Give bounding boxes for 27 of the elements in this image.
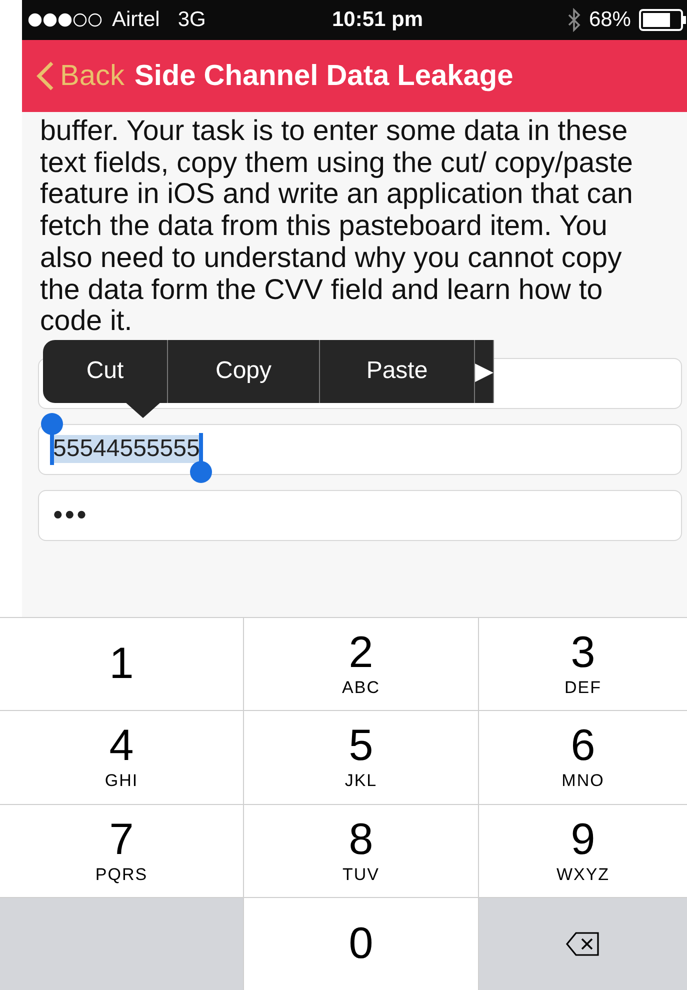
keypad-key[interactable]: 8 TUV (244, 804, 479, 897)
description-text: buffer. Your task is to enter some data in these text fields, copy them using the cut/ copy/paste feature in iOS and write an application that can fetch the data from this pasteboard item. You also need to understand why you cannot copy the data form the CVV field and learn how to code it. (40, 116, 634, 338)
keypad-key[interactable]: 7 PQRS (0, 804, 244, 897)
selection-handle[interactable] (50, 433, 54, 466)
bluetooth-icon (566, 8, 581, 32)
chevron-icon (36, 61, 54, 91)
keypad-key[interactable]: 0 (244, 896, 479, 990)
menu-pointer (125, 402, 161, 418)
clock-time: 10:51 pm (330, 8, 424, 32)
selection-handle[interactable] (190, 461, 212, 484)
keypad-key[interactable]: 1 (0, 617, 244, 710)
screen-title: Side Channel Data Leakage (134, 60, 514, 92)
password-field[interactable]: ••• (38, 490, 682, 541)
selection-handle[interactable] (41, 413, 63, 436)
battery-icon (638, 9, 687, 31)
menu-item[interactable]: Copy (168, 340, 320, 403)
menu-item[interactable]: ▶ (475, 340, 494, 403)
network-type: 3G (178, 8, 206, 32)
keypad-key[interactable]: 2 ABC (244, 617, 479, 710)
keypad-key[interactable]: 4 GHI (0, 710, 244, 804)
signal-icon (28, 13, 104, 27)
battery-percent: 68% (588, 8, 631, 32)
menu-item[interactable]: Paste (320, 340, 475, 403)
keypad-key[interactable]: 5 JKL (244, 710, 479, 804)
carrier-name: Airtel (112, 8, 160, 32)
masked-value: ••• (53, 499, 88, 532)
backspace-icon (565, 930, 601, 957)
